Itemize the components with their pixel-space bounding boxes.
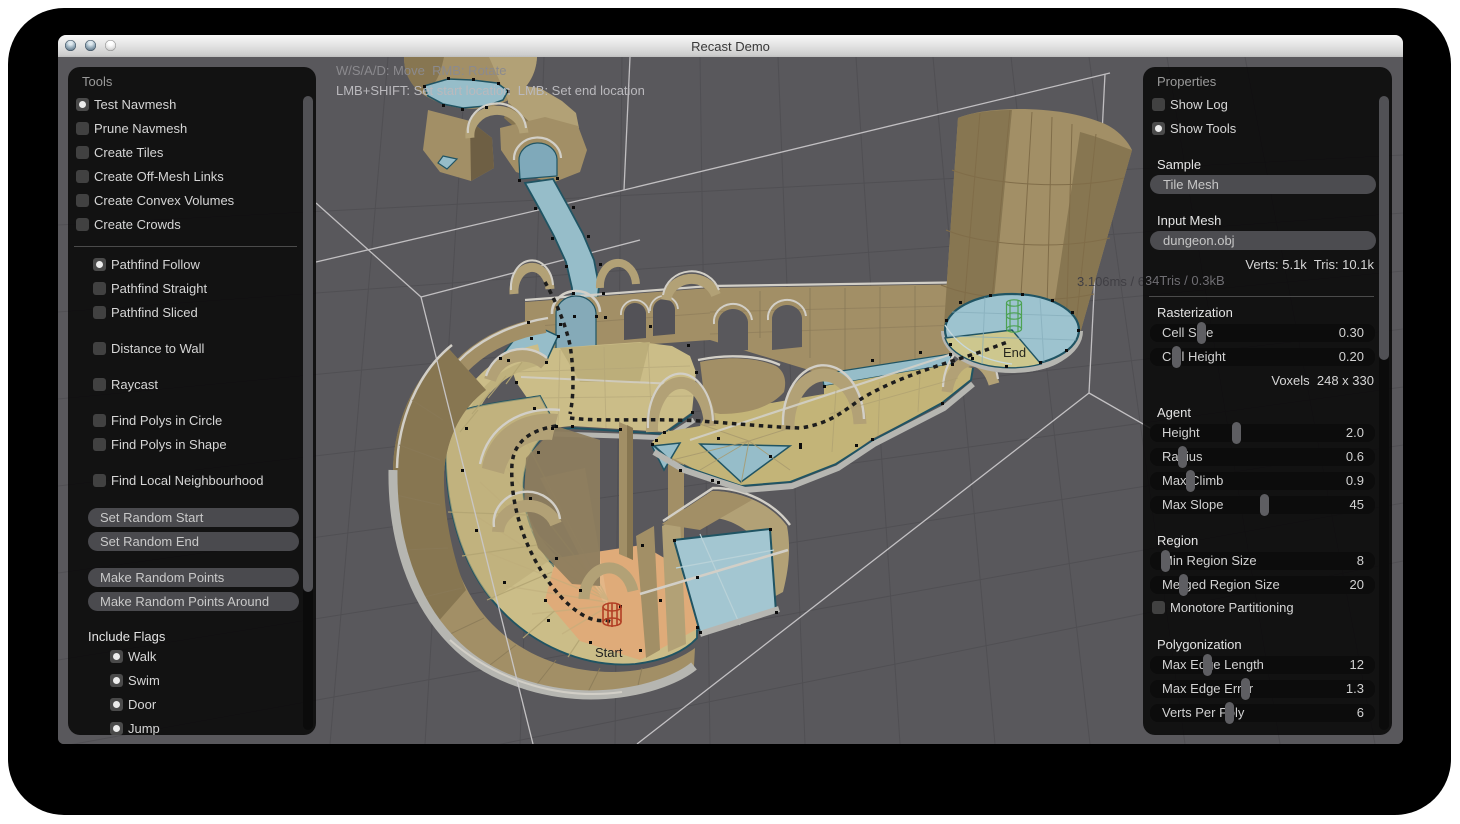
svg-text:End: End <box>1003 345 1026 360</box>
svg-text:Start: Start <box>595 645 623 660</box>
